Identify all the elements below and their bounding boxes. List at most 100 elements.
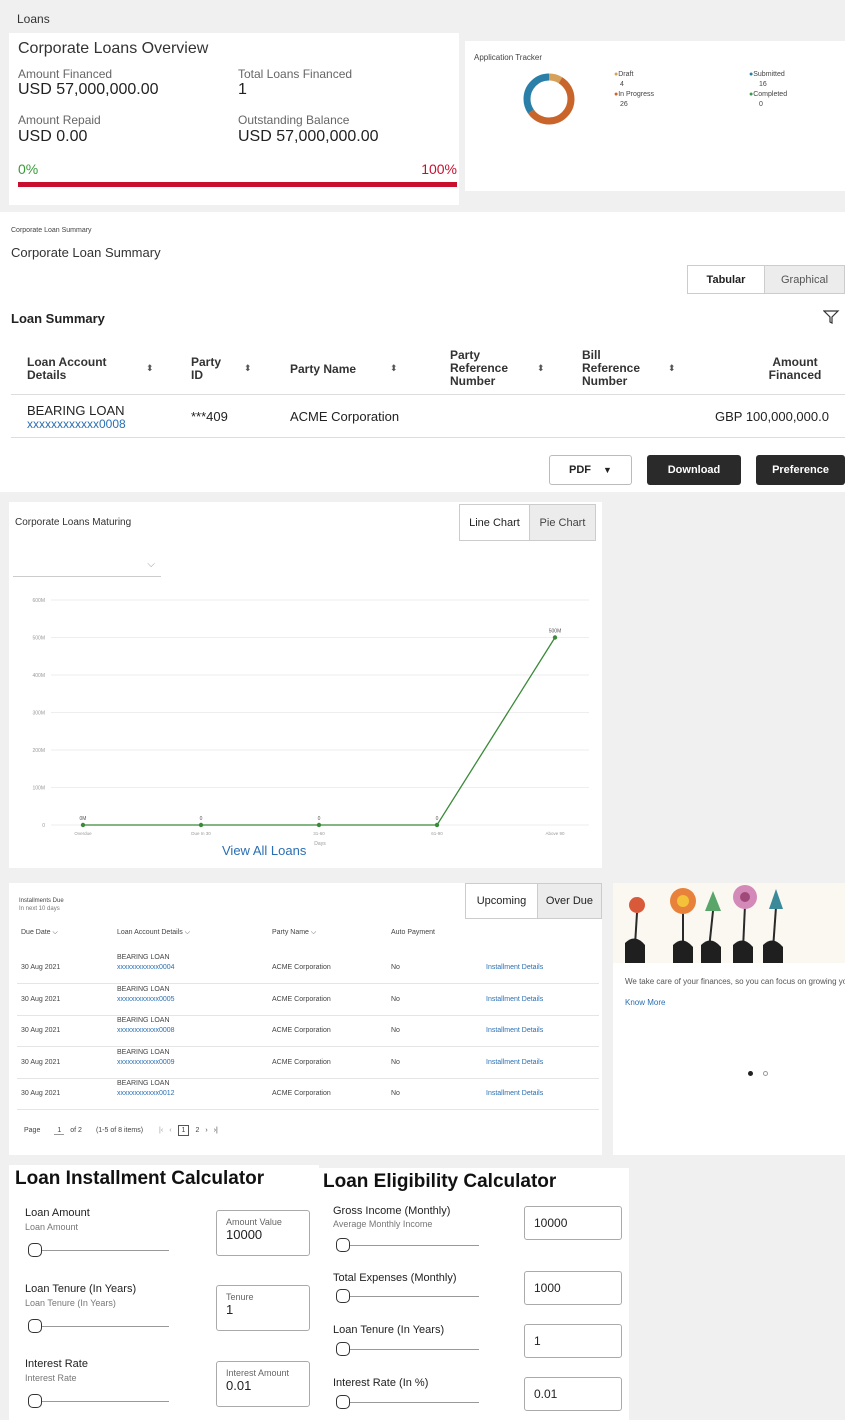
loan-account-link[interactable]: xxxxxxxxxxxx0012 <box>117 1090 175 1097</box>
maturing-title: Corporate Loans Maturing <box>15 517 132 528</box>
loan-account-link[interactable]: xxxxxxxxxxxx0008 <box>27 417 126 431</box>
tab-over-due[interactable]: Over Due <box>536 884 601 918</box>
loan-amount-input-label: Amount Value <box>226 1217 282 1227</box>
loan-tenure-eligibility-slider-handle[interactable] <box>336 1342 350 1356</box>
installment-details-link[interactable]: Installment Details <box>486 964 543 971</box>
loan-name: BEARING LOAN <box>117 985 170 993</box>
interest-rate-label: Interest Rate <box>25 1358 88 1370</box>
data-point <box>552 635 558 640</box>
preference-button[interactable]: Preference <box>756 455 845 485</box>
loan-amount-input-value: 10000 <box>226 1227 263 1242</box>
loan-name: BEARING LOAN <box>117 1048 170 1056</box>
tab-tabular[interactable]: Tabular <box>688 266 764 293</box>
first-page-icon[interactable]: |‹ <box>159 1127 163 1134</box>
interest-rate-eligibility-slider-handle[interactable] <box>336 1395 350 1409</box>
loan-tenure-slider-track[interactable] <box>29 1326 169 1327</box>
sort-icon[interactable]: ⬍ <box>668 363 676 374</box>
sort-icon[interactable]: ⬍ <box>244 363 252 374</box>
loan-tenure-input[interactable]: Tenure 1 <box>216 1285 310 1331</box>
interest-rate-slider-track[interactable] <box>29 1401 169 1402</box>
know-more-link[interactable]: Know More <box>625 998 665 1007</box>
breadcrumb: Corporate Loan Summary <box>11 227 92 234</box>
tab-line-chart[interactable]: Line Chart <box>460 505 529 540</box>
tracker-submitted-label: Submitted <box>753 71 785 78</box>
loan-tenure-sub: Loan Tenure (In Years) <box>25 1298 116 1308</box>
loan-tenure-eligibility-slider-track[interactable] <box>337 1349 479 1350</box>
tracker-inprogress-value: 26 <box>620 101 628 108</box>
col-party-name[interactable]: Party Name ⌵ <box>272 929 316 937</box>
promo-text: We take care of your finances, so you ca… <box>625 977 845 986</box>
carousel-dot[interactable] <box>763 1071 768 1076</box>
tab-graphical[interactable]: Graphical <box>764 266 844 293</box>
pager-page-input[interactable]: 1 <box>54 1127 65 1135</box>
interest-rate-sub: Interest Rate <box>25 1373 77 1383</box>
col-due-date[interactable]: Due Date ⌵ <box>21 929 58 937</box>
tab-pie-chart[interactable]: Pie Chart <box>528 505 595 540</box>
chevron-down-icon: ⌵ <box>147 559 155 570</box>
gross-income-slider-handle[interactable] <box>336 1238 350 1252</box>
interest-rate-eligibility-slider-track[interactable] <box>337 1402 479 1403</box>
pager-page-2[interactable]: 2 <box>195 1127 199 1134</box>
party-name: ACME Corporation <box>272 995 331 1003</box>
filter-icon[interactable] <box>823 310 841 324</box>
tracker-submitted: ●Submitted 16 ●Completed 0 <box>749 71 788 108</box>
tab-upcoming[interactable]: Upcoming <box>466 884 537 918</box>
col-bill-reference: Bill Reference Number <box>582 348 641 388</box>
view-all-loans-link[interactable]: View All Loans <box>222 843 306 858</box>
loan-tenure-slider-handle[interactable] <box>28 1319 42 1333</box>
interest-rate-input[interactable]: Interest Amount 0.01 <box>216 1361 310 1407</box>
table-row: 30 Aug 2021 BEARING LOAN xxxxxxxxxxxx0009 A… <box>17 1048 599 1079</box>
col-party-id: Party ID <box>191 355 222 382</box>
prev-page-icon[interactable]: ‹ <box>169 1127 171 1134</box>
y-tick-label: 200M <box>32 748 45 754</box>
data-label: 0 <box>436 816 439 822</box>
progress-track <box>18 182 457 187</box>
pager-page-1[interactable]: 1 <box>177 1125 190 1136</box>
sort-icon[interactable]: ⬍ <box>537 363 545 374</box>
carousel-dot-active[interactable] <box>748 1071 753 1076</box>
loan-name: BEARING LOAN <box>117 1080 170 1087</box>
table-row: 30 Aug 2021 BEARING LOAN xxxxxxxxxxxx0008 A… <box>17 1016 599 1047</box>
format-select[interactable]: PDF ▼ <box>549 455 632 485</box>
page-title: Loans <box>17 12 50 26</box>
col-loan-account: Loan Account Details <box>27 355 107 382</box>
loan-tenure-eligibility-input[interactable]: 1 <box>524 1324 622 1358</box>
gross-income-input[interactable]: 10000 <box>524 1206 622 1240</box>
total-expenses-input[interactable]: 1000 <box>524 1271 622 1305</box>
gross-income-label: Gross Income (Monthly) <box>333 1205 451 1217</box>
col-loan-account-details[interactable]: Loan Account Details ⌵ <box>117 929 190 937</box>
loan-account-link[interactable]: xxxxxxxxxxxx0004 <box>117 964 175 971</box>
outstanding-label: Outstanding Balance <box>238 113 350 127</box>
loan-account-link[interactable]: xxxxxxxxxxxx0008 <box>117 1027 175 1034</box>
gross-income-slider-track[interactable] <box>337 1245 479 1246</box>
download-button[interactable]: Download <box>647 455 741 485</box>
total-expenses-slider-track[interactable] <box>337 1296 479 1297</box>
loan-amount-slider-track[interactable] <box>29 1250 169 1251</box>
amount-financed-value: USD 57,000,000.00 <box>18 81 159 98</box>
last-page-icon[interactable]: ›| <box>214 1127 218 1134</box>
installment-details-link[interactable]: Installment Details <box>486 996 543 1003</box>
sort-icon[interactable]: ⬍ <box>390 363 398 374</box>
interest-rate-eligibility-input[interactable]: 0.01 <box>524 1377 622 1411</box>
party-name: ACME Corporation <box>272 1090 331 1097</box>
progress-start-label: 0% <box>18 161 39 177</box>
interest-rate-eligibility-value: 0.01 <box>534 1387 558 1401</box>
party-name-value: ACME Corporation <box>290 409 400 424</box>
total-expenses-slider-handle[interactable] <box>336 1289 350 1303</box>
amount-repaid-value: USD 0.00 <box>18 128 88 145</box>
y-tick-label: 500M <box>32 636 45 642</box>
loan-amount-slider-handle[interactable] <box>28 1243 42 1257</box>
period-dropdown[interactable]: ⌵ <box>13 557 161 577</box>
outstanding-value: USD 57,000,000.00 <box>238 128 379 145</box>
loan-summary-panel: Corporate Loan Summary Corporate Loan Su… <box>0 212 845 492</box>
installment-details-link[interactable]: Installment Details <box>486 1059 543 1066</box>
loan-amount-input[interactable]: Amount Value 10000 <box>216 1210 310 1256</box>
sort-icon[interactable]: ⬍ <box>146 363 154 374</box>
installment-details-link[interactable]: Installment Details <box>486 1027 543 1034</box>
installment-details-link[interactable]: Installment Details <box>486 1090 543 1097</box>
loan-account-link[interactable]: xxxxxxxxxxxx0005 <box>117 996 175 1003</box>
next-page-icon[interactable]: › <box>205 1127 207 1134</box>
total-expenses-value: 1000 <box>534 1281 561 1295</box>
interest-rate-slider-handle[interactable] <box>28 1394 42 1408</box>
loan-account-link[interactable]: xxxxxxxxxxxx0009 <box>117 1059 175 1066</box>
